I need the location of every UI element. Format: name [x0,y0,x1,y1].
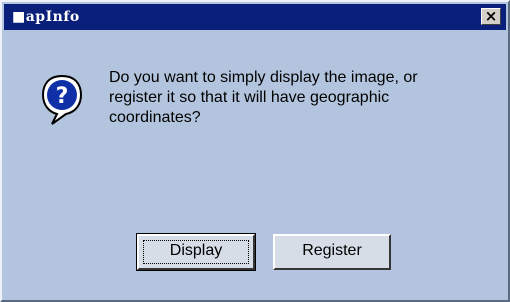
dialog-window: ■apInfo × ? Do you want to simply displa… [0,0,510,302]
question-icon: ? [41,74,83,125]
register-button[interactable]: Register [273,234,391,270]
register-button-label: Register [302,242,362,259]
svg-text:?: ? [56,84,69,109]
dialog-message: Do you want to simply display the image,… [109,68,489,128]
display-button-label: Display [169,242,223,259]
message-line: register it so that it will have geograp… [109,89,390,106]
message-line: coordinates? [109,109,201,126]
window-title: ■apInfo [12,9,80,25]
title-bar[interactable]: ■apInfo × [4,4,506,30]
display-button[interactable]: Display [136,233,256,271]
message-line: Do you want to simply display the image,… [109,69,418,86]
close-button[interactable]: × [481,7,501,25]
close-icon: × [484,7,498,25]
